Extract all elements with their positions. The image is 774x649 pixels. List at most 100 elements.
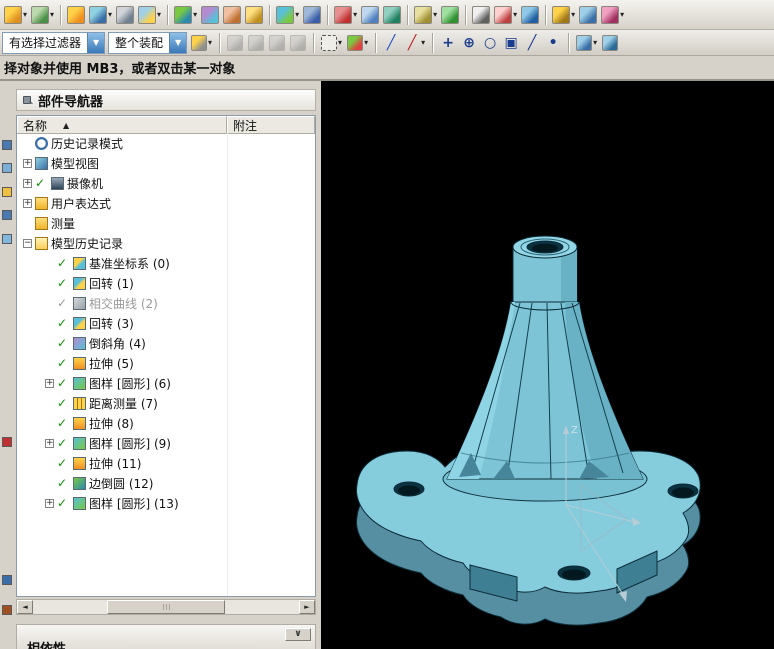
caret-down-icon[interactable]: ▾: [364, 38, 368, 47]
point-set-icon[interactable]: ▾: [493, 4, 518, 26]
mirror-feature-icon[interactable]: [302, 4, 322, 26]
stop-at-intersection-icon[interactable]: ╱ ▾: [403, 32, 426, 54]
column-name[interactable]: 名称 ▲: [17, 116, 227, 133]
expand-toggle[interactable]: +: [23, 158, 32, 168]
caret-down-icon[interactable]: ▾: [193, 10, 197, 19]
caret-down-icon[interactable]: ▾: [571, 10, 575, 19]
caret-down-icon[interactable]: ▾: [295, 10, 299, 19]
tree-row-measures[interactable]: 测量: [17, 213, 315, 233]
feature-checkbox[interactable]: ✓: [57, 357, 70, 369]
graphics-viewport[interactable]: Z: [321, 81, 774, 649]
tree-row-extrude-5[interactable]: ✓ 拉伸 (5): [17, 353, 315, 373]
feature-checkbox[interactable]: ✓: [57, 297, 70, 309]
feature-checkbox[interactable]: ✓: [35, 177, 48, 189]
scrollbar-track[interactable]: [33, 600, 299, 614]
move-face-icon[interactable]: [578, 4, 598, 26]
hd3d-tools-tab-icon[interactable]: [2, 234, 12, 244]
split-body-icon[interactable]: [360, 4, 380, 26]
type-filter-icon[interactable]: ▾: [190, 32, 213, 54]
constraint-navigator-tab-icon[interactable]: [2, 163, 12, 173]
caret-down-icon[interactable]: ▾: [208, 38, 212, 47]
assembly-navigator-tab-icon[interactable]: [2, 140, 12, 150]
caret-down-icon[interactable]: ▾: [433, 10, 437, 19]
scroll-right-button[interactable]: ►: [299, 600, 315, 614]
shell-icon[interactable]: [244, 4, 264, 26]
caret-down-icon[interactable]: ▾: [620, 10, 624, 19]
tree-row-pattern-circular-9[interactable]: + ✓ 图样 [圆形] (9): [17, 433, 315, 453]
tree-row-revolve-3[interactable]: ✓ 回转 (3): [17, 313, 315, 333]
marquee-select-icon[interactable]: ▾: [320, 32, 343, 54]
tree-row-user-expressions[interactable]: + 用户表达式: [17, 193, 315, 213]
trim-body-icon[interactable]: ▾: [333, 4, 358, 26]
through-curves-icon[interactable]: ▾: [413, 4, 438, 26]
caret-down-icon[interactable]: ▾: [108, 10, 112, 19]
caret-down-icon[interactable]: ▾: [353, 10, 357, 19]
existing-point-icon[interactable]: ▣: [502, 32, 520, 54]
caret-down-icon[interactable]: ▾: [421, 38, 425, 47]
tree-row-history-mode[interactable]: 历史记录模式: [17, 133, 315, 153]
expand-toggle[interactable]: +: [45, 438, 54, 448]
shaded-view-icon[interactable]: [601, 32, 619, 54]
offset-surface-icon[interactable]: [382, 4, 402, 26]
feature-checkbox[interactable]: ✓: [57, 317, 70, 329]
tree-row-chamfer-4[interactable]: ✓ 倒斜角 (4): [17, 333, 315, 353]
boolean-unite-icon[interactable]: ▾: [137, 4, 162, 26]
edge-blend-icon[interactable]: ▾: [173, 4, 198, 26]
dropdown-arrow-icon[interactable]: ▼: [87, 32, 105, 53]
synchronous-modeling-icon[interactable]: ▾: [600, 4, 625, 26]
tree-row-pattern-circular-13[interactable]: + ✓ 图样 [圆形] (13): [17, 493, 315, 513]
feature-checkbox[interactable]: ✓: [57, 417, 70, 429]
measure-distance-icon[interactable]: ▾: [551, 4, 576, 26]
sketch-icon[interactable]: ▾: [3, 4, 28, 26]
pattern-feature-icon[interactable]: ▾: [275, 4, 300, 26]
draft-icon[interactable]: [222, 4, 242, 26]
caret-down-icon[interactable]: ▾: [157, 10, 161, 19]
tree-row-intersect-curve-2[interactable]: ✓ 相交曲线 (2): [17, 293, 315, 313]
pan-object-icon[interactable]: [268, 32, 286, 54]
assembly-scope-dropdown[interactable]: 整个装配 ▼: [108, 31, 188, 54]
feature-checkbox[interactable]: ✓: [57, 437, 70, 449]
tree-row-model-history[interactable]: − 模型历史记录: [17, 233, 315, 253]
datum-plane-icon[interactable]: ▾: [30, 4, 55, 26]
expand-toggle[interactable]: +: [45, 498, 54, 508]
quadrant-point-icon[interactable]: ○: [481, 32, 499, 54]
hole-icon[interactable]: [115, 4, 135, 26]
curve-rule-icon[interactable]: ╱: [382, 32, 400, 54]
collapse-toggle[interactable]: −: [23, 238, 32, 248]
move-object-icon[interactable]: [226, 32, 244, 54]
rotate-object-icon[interactable]: [247, 32, 265, 54]
feature-checkbox[interactable]: ✓: [57, 377, 70, 389]
history-palette-tab-icon[interactable]: [2, 575, 12, 585]
scroll-left-button[interactable]: ◄: [17, 600, 33, 614]
end-point-icon[interactable]: •: [544, 32, 562, 54]
snap-point-icon[interactable]: ▾: [346, 32, 369, 54]
tree-row-distance-measure-7[interactable]: ✓ 距离测量 (7): [17, 393, 315, 413]
chamfer-icon[interactable]: [200, 4, 220, 26]
system-materials-tab-icon[interactable]: [2, 605, 12, 615]
pin-icon[interactable]: [22, 95, 32, 105]
collapse-chevron-icon[interactable]: ∨: [285, 628, 311, 641]
feature-checkbox[interactable]: ✓: [57, 257, 70, 269]
expand-toggle[interactable]: +: [23, 178, 32, 188]
caret-down-icon[interactable]: ▾: [338, 38, 342, 47]
tree-row-datum-csys-0[interactable]: ✓ 基准坐标系 (0): [17, 253, 315, 273]
tree-row-model-views[interactable]: + 模型视图: [17, 153, 315, 173]
tree-row-extrude-8[interactable]: ✓ 拉伸 (8): [17, 413, 315, 433]
tree-row-edge-blend-12[interactable]: ✓ 边倒圆 (12): [17, 473, 315, 493]
circle-center-point-icon[interactable]: ⊕: [460, 32, 478, 54]
column-note[interactable]: 附注: [227, 116, 315, 133]
spline-icon[interactable]: [520, 4, 540, 26]
midpoint-icon[interactable]: ╱: [523, 32, 541, 54]
orient-view-icon[interactable]: ▾: [575, 32, 598, 54]
extrude-icon[interactable]: [66, 4, 86, 26]
tree-row-revolve-1[interactable]: ✓ 回转 (1): [17, 273, 315, 293]
part-navigator-tab-icon[interactable]: [2, 187, 12, 197]
tree-row-extrude-11[interactable]: ✓ 拉伸 (11): [17, 453, 315, 473]
expand-toggle[interactable]: +: [45, 378, 54, 388]
feature-checkbox[interactable]: ✓: [57, 497, 70, 509]
reuse-library-tab-icon[interactable]: [2, 210, 12, 220]
feature-checkbox[interactable]: ✓: [57, 337, 70, 349]
zoom-object-icon[interactable]: [289, 32, 307, 54]
point-on-curve-icon[interactable]: +: [439, 32, 457, 54]
tree-row-cameras[interactable]: + ✓ 摄像机: [17, 173, 315, 193]
